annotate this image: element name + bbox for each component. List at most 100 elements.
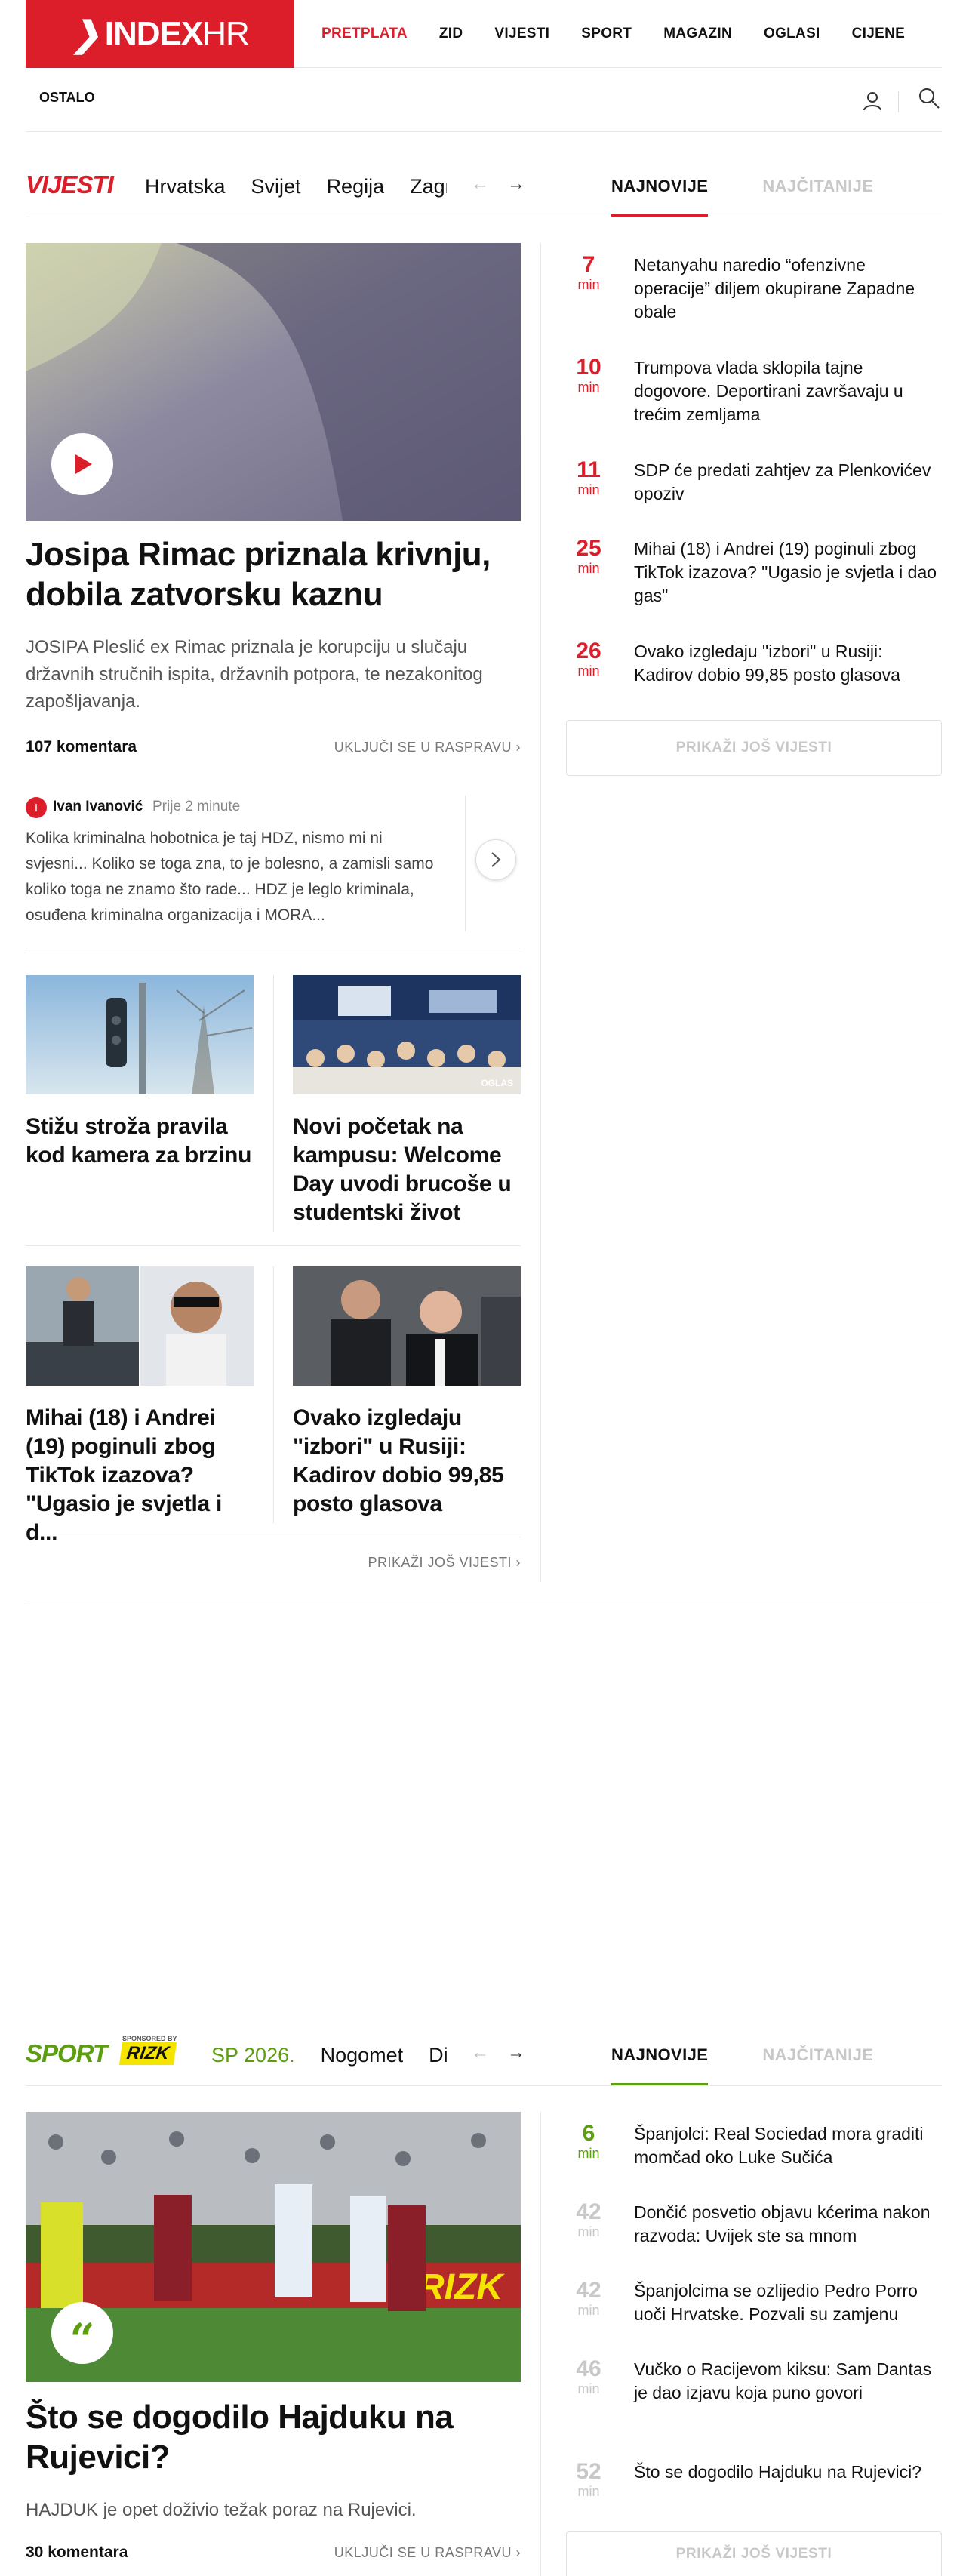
lead-title[interactable]: Što se dogodilo Hajduku na Rujevici? — [26, 2397, 521, 2477]
logo-mark-icon: ❯ — [71, 14, 100, 54]
vijesti-tabs: NAJNOVIJE NAJČITANIJE — [611, 177, 928, 217]
lead-image[interactable]: RIZK “ — [26, 2112, 521, 2390]
quote-icon[interactable]: “ — [51, 2302, 113, 2364]
news-headline[interactable]: Mihai (18) i Andrei (19) poginuli zbog T… — [634, 537, 943, 608]
news-headline[interactable]: Španjolci: Real Sociedad mora graditi mo… — [634, 2122, 943, 2169]
logo-text-bold: INDEX — [104, 15, 203, 52]
nav-vijesti[interactable]: VIJESTI — [494, 26, 549, 42]
card-title[interactable]: Stižu stroža pravila kod kamera za brzin… — [26, 1113, 254, 1170]
sponsor-logo[interactable]: RIZK — [118, 2042, 177, 2065]
minutes-number: 26 — [576, 639, 601, 663]
news-headline[interactable]: Ovako izgledaju "izbori" u Rusiji: Kadir… — [634, 640, 943, 687]
comment-count[interactable]: 107 komentara — [26, 738, 137, 756]
search-icon[interactable] — [918, 87, 940, 109]
arrow-left-icon[interactable]: ← — [471, 174, 489, 195]
show-more-news-button[interactable]: PRIKAŽI JOŠ VIJESTI — [566, 720, 942, 776]
comment-preview: I Ivan Ivanović Prije 2 minute Kolika kr… — [26, 791, 521, 949]
minutes-unit: min — [577, 2381, 600, 2396]
lead-image[interactable] — [26, 243, 521, 521]
tab-najcitanije[interactable]: NAJČITANIJE — [762, 177, 873, 217]
vijesti-title[interactable]: VIJESTI — [26, 171, 114, 199]
sport-title[interactable]: SPORT — [26, 2039, 108, 2068]
play-icon[interactable] — [51, 433, 113, 495]
user-icon[interactable] — [863, 91, 881, 111]
category-zagreb[interactable]: Zagr — [410, 175, 447, 199]
nav-ostalo[interactable]: OSTALO — [39, 90, 95, 106]
logo-text-light: HR — [202, 15, 250, 52]
column-separator — [540, 2112, 541, 2576]
card-image — [26, 975, 254, 1094]
news-headline[interactable]: Španjolcima se ozlijedio Pedro Porro uoč… — [634, 2279, 943, 2326]
sponsor-caption: SPONSORED BY — [122, 2035, 177, 2042]
tab-najnovije[interactable]: NAJNOVIJE — [611, 177, 709, 217]
minutes-unit: min — [577, 2303, 600, 2318]
news-headline[interactable]: Što se dogodilo Hajduku na Rujevici? — [634, 2461, 943, 2484]
sport-categories: SP 2026. Nogomet Di — [211, 2044, 471, 2067]
sport-tabs: NAJNOVIJE NAJČITANIJE — [611, 2045, 928, 2086]
minutes-number: 42 — [576, 2199, 601, 2224]
card-separator — [273, 1266, 274, 1523]
nav-magazin[interactable]: MAGAZIN — [663, 26, 732, 42]
news-headline[interactable]: Netanyahu naredio “ofenzivne operacije” … — [634, 254, 943, 324]
tab-najcitanije[interactable]: NAJČITANIJE — [762, 2045, 873, 2086]
minutes-unit: min — [577, 2484, 600, 2499]
nav-sport[interactable]: SPORT — [581, 26, 632, 42]
comment-count[interactable]: 30 komentara — [26, 2544, 128, 2562]
logo-text: INDEXHR — [104, 15, 250, 53]
arrow-right-icon[interactable]: → — [507, 2042, 525, 2064]
comment-divider — [465, 796, 466, 931]
news-card[interactable]: OGLAS Novi početak na kampusu: Welcome D… — [293, 975, 521, 1227]
category-sp-2026[interactable]: SP 2026. — [211, 2044, 295, 2067]
card-title[interactable]: Ovako izgledaju "izbori" u Rusiji: Kadir… — [293, 1404, 521, 1519]
show-more-news-link[interactable]: PRIKAŽI JOŠ VIJESTI › — [368, 1555, 521, 1571]
comment-author[interactable]: Ivan Ivanović — [53, 799, 143, 815]
vijesti-categories: Hrvatska Svijet Regija Zagr — [145, 175, 447, 199]
news-headline[interactable]: SDP će predati zahtjev za Plenkovićev op… — [634, 459, 943, 506]
top-bar: ❯ INDEXHR PRETPLATA ZID VIJESTI SPORT MA… — [26, 0, 942, 68]
chevron-right-icon[interactable] — [475, 839, 516, 880]
arrow-left-icon[interactable]: ← — [471, 2042, 489, 2064]
news-card[interactable]: Ovako izgledaju "izbori" u Rusiji: Kadir… — [293, 1266, 521, 1519]
category-nogomet[interactable]: Nogomet — [321, 2044, 404, 2067]
category-other[interactable]: Di — [429, 2044, 448, 2067]
nav-cijene[interactable]: CIJENE — [852, 26, 905, 42]
logo[interactable]: ❯ INDEXHR — [26, 0, 294, 68]
join-discussion-link[interactable]: UKLJUČI SE U RASPRAVU › — [334, 740, 521, 756]
sport-section-header: SPORT SPONSORED BY RIZK SP 2026. Nogomet… — [26, 2035, 942, 2086]
show-more-sport-button[interactable]: PRIKAŽI JOŠ VIJESTI — [566, 2531, 942, 2576]
comment-text[interactable]: Kolika kriminalna hobotnica je taj HDZ, … — [26, 826, 445, 928]
avatar: I — [26, 797, 47, 818]
minutes-number: 52 — [576, 2459, 601, 2484]
arrow-right-icon[interactable]: → — [507, 174, 525, 195]
news-card[interactable]: Stižu stroža pravila kod kamera za brzin… — [26, 975, 254, 1170]
row-separator — [26, 1245, 521, 1246]
lead-meta: 107 komentara UKLJUČI SE U RASPRAVU › — [26, 738, 521, 761]
category-hrvatska[interactable]: Hrvatska — [145, 175, 226, 199]
minutes-number: 25 — [576, 536, 601, 561]
join-discussion-link[interactable]: UKLJUČI SE U RASPRAVU › — [334, 2545, 521, 2561]
minutes-unit: min — [577, 2224, 600, 2239]
news-headline[interactable]: Vučko o Racijevom kiksu: Sam Dantas je d… — [634, 2358, 943, 2405]
category-svijet[interactable]: Svijet — [251, 175, 301, 199]
card-title[interactable]: Mihai (18) i Andrei (19) poginuli zbog T… — [26, 1404, 254, 1547]
comment-time: Prije 2 minute — [152, 799, 241, 814]
card-image: OGLAS — [293, 975, 521, 1094]
card-title[interactable]: Novi početak na kampusu: Welcome Day uvo… — [293, 1113, 521, 1227]
tab-najnovije[interactable]: NAJNOVIJE — [611, 2045, 709, 2086]
minutes-number: 6 — [582, 2121, 595, 2146]
news-card[interactable]: Mihai (18) i Andrei (19) poginuli zbog T… — [26, 1266, 254, 1547]
nav-oglasi[interactable]: OGLASI — [764, 26, 820, 42]
minutes-unit: min — [577, 380, 600, 395]
nav-pretplata[interactable]: PRETPLATA — [321, 26, 408, 42]
lead-title[interactable]: Josipa Rimac priznala krivnju, dobila za… — [26, 534, 521, 614]
nav-zid[interactable]: ZID — [439, 26, 463, 42]
minutes-unit: min — [577, 561, 600, 576]
minutes-unit: min — [577, 482, 600, 497]
lead-meta: 30 komentara UKLJUČI SE U RASPRAVU › — [26, 2544, 521, 2566]
category-regija[interactable]: Regija — [327, 175, 385, 199]
minutes-number: 10 — [576, 355, 601, 380]
news-headline[interactable]: Trumpova vlada sklopila tajne dogovore. … — [634, 356, 943, 426]
lead-subtitle: HAJDUK je opet doživio težak poraz na Ru… — [26, 2500, 417, 2520]
news-headline[interactable]: Dončić posvetio objavu kćerima nakon raz… — [634, 2201, 943, 2248]
minutes-unit: min — [577, 2146, 600, 2161]
